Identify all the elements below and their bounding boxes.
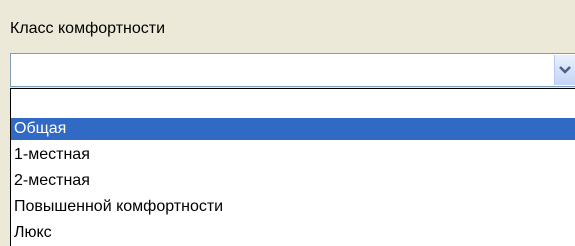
comfort-class-dropdown-list: Общая 1-местная 2-местная Повышенной ком… bbox=[10, 88, 575, 246]
dropdown-button[interactable] bbox=[554, 55, 575, 85]
chevron-down-icon bbox=[559, 66, 571, 74]
option-obshchaya[interactable]: Общая bbox=[11, 118, 575, 140]
comfort-class-label: Класс комфортности bbox=[10, 20, 166, 37]
option-povyshennoy-komfortnosti[interactable]: Повышенной комфортности bbox=[11, 196, 575, 218]
option-empty[interactable] bbox=[11, 92, 575, 114]
option-lyuks[interactable]: Люкс bbox=[11, 222, 575, 244]
comfort-class-select[interactable] bbox=[10, 53, 575, 87]
option-2-mestnaya[interactable]: 2-местная bbox=[11, 170, 575, 192]
option-1-mestnaya[interactable]: 1-местная bbox=[11, 144, 575, 166]
